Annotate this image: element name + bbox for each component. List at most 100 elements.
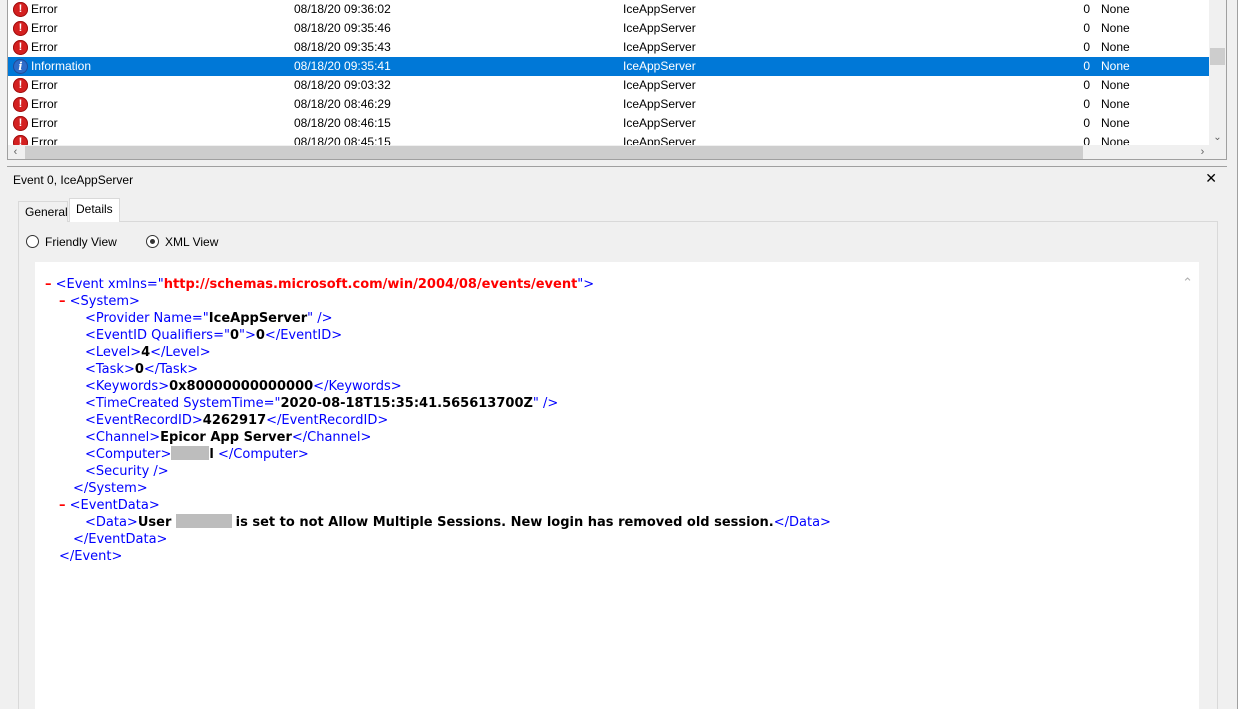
xml-tag: <EventData> bbox=[69, 498, 160, 513]
event-id: 0 bbox=[1083, 116, 1090, 130]
xml-value: 0x80000000000000 bbox=[169, 379, 314, 394]
event-row[interactable]: ! Error 08/18/20 09:35:43 IceAppServer 0 None bbox=[8, 38, 1210, 57]
event-date: 08/18/20 09:35:46 bbox=[294, 21, 391, 35]
error-icon: ! bbox=[13, 40, 28, 55]
event-source: IceAppServer bbox=[623, 78, 696, 92]
redacted-block bbox=[175, 514, 232, 528]
xml-security: <Security /> bbox=[85, 463, 169, 480]
xml-tag: <Channel> bbox=[85, 430, 161, 445]
scroll-down-icon[interactable]: ⌄ bbox=[1209, 132, 1226, 143]
xml-view: ⌃ – <Event xmlns="http://schemas.microso… bbox=[35, 262, 1199, 709]
event-row[interactable]: ! Error 08/18/20 08:45:15 IceAppServer 0 None bbox=[8, 133, 1210, 145]
friendly-view-label[interactable]: Friendly View bbox=[45, 235, 117, 249]
xml-tag: <Task> bbox=[85, 362, 135, 377]
event-row[interactable]: ! Error 08/18/20 09:03:32 IceAppServer 0 None bbox=[8, 76, 1210, 95]
xml-tag: <Data> bbox=[85, 515, 138, 530]
event-level: Error bbox=[31, 135, 58, 145]
event-level: Information bbox=[31, 59, 92, 73]
xml-tag: </Keywords> bbox=[313, 379, 402, 394]
event-id: 0 bbox=[1083, 21, 1090, 35]
xml-system-close: </System> bbox=[73, 480, 148, 497]
collapse-toggle-system[interactable]: – bbox=[59, 294, 66, 309]
event-task-category: None bbox=[1101, 59, 1130, 73]
xml-timecreated: <TimeCreated SystemTime="2020-08-18T15:3… bbox=[85, 395, 558, 412]
error-icon: ! bbox=[13, 21, 28, 36]
tab-details[interactable]: Details bbox=[69, 198, 120, 222]
xml-value: 4262917 bbox=[202, 413, 267, 428]
xml-tag: <Security /> bbox=[85, 464, 169, 479]
event-task-category: None bbox=[1101, 2, 1130, 16]
tab-general[interactable]: General bbox=[18, 201, 68, 222]
xml-value: Epicor App Server bbox=[160, 430, 292, 445]
event-row[interactable]: i Information 08/18/20 09:35:41 IceAppServe… bbox=[8, 57, 1210, 76]
event-source: IceAppServer bbox=[623, 97, 696, 111]
xml-level: <Level>4</Level> bbox=[85, 344, 211, 361]
vertical-scrollbar-thumb[interactable] bbox=[1210, 48, 1225, 65]
event-task-category: None bbox=[1101, 135, 1130, 145]
event-id: 0 bbox=[1083, 2, 1090, 16]
xml-tag: </Computer> bbox=[218, 447, 309, 462]
xml-tag: <EventID Qualifiers=" bbox=[85, 328, 230, 343]
xml-view-radio-dot[interactable] bbox=[146, 235, 159, 248]
xml-tag: <TimeCreated SystemTime=" bbox=[85, 396, 281, 411]
event-level: Error bbox=[31, 78, 58, 92]
scroll-up-icon[interactable]: ⌃ bbox=[1182, 276, 1193, 291]
collapse-toggle-event[interactable]: – bbox=[45, 277, 52, 292]
xml-tag: </Data> bbox=[773, 515, 831, 530]
event-task-category: None bbox=[1101, 116, 1130, 130]
event-task-category: None bbox=[1101, 97, 1130, 111]
error-icon: ! bbox=[13, 135, 28, 145]
horizontal-scrollbar-thumb[interactable] bbox=[25, 146, 1083, 159]
xml-tag: </System> bbox=[73, 481, 148, 496]
collapse-toggle-eventdata[interactable]: – bbox=[59, 498, 66, 513]
close-icon[interactable]: ✕ bbox=[1205, 170, 1217, 187]
event-source: IceAppServer bbox=[623, 2, 696, 16]
xml-eventdata-open: – <EventData> bbox=[59, 497, 160, 514]
xml-value: 4 bbox=[141, 345, 151, 360]
event-row[interactable]: ! Error 08/18/20 08:46:15 IceAppServer 0 None bbox=[8, 114, 1210, 133]
event-level: Error bbox=[31, 21, 58, 35]
event-task-category: None bbox=[1101, 78, 1130, 92]
scroll-right-icon[interactable]: › bbox=[1195, 145, 1210, 159]
xml-value: User bbox=[137, 515, 172, 530]
event-source: IceAppServer bbox=[623, 21, 696, 35]
xml-value: IceAppServer bbox=[208, 311, 308, 326]
xml-eventid: <EventID Qualifiers="0">0</EventID> bbox=[85, 327, 342, 344]
details-title: Event 0, IceAppServer bbox=[13, 173, 134, 187]
xml-tag: </Channel> bbox=[291, 430, 372, 445]
pane-divider[interactable] bbox=[7, 166, 1227, 167]
xml-view-label[interactable]: XML View bbox=[165, 235, 218, 249]
xml-provider: <Provider Name="IceAppServer" /> bbox=[85, 310, 333, 327]
xml-tag: </Event> bbox=[59, 549, 123, 564]
xml-tag: "> bbox=[239, 328, 256, 343]
event-source: IceAppServer bbox=[623, 59, 696, 73]
redacted-block bbox=[171, 446, 210, 460]
xml-keywords: <Keywords>0x80000000000000</Keywords> bbox=[85, 378, 402, 395]
details-header: Event 0, IceAppServer ✕ bbox=[7, 168, 1227, 190]
xml-value: 0 bbox=[255, 328, 265, 343]
event-id: 0 bbox=[1083, 135, 1090, 145]
xml-tag: <EventRecordID> bbox=[85, 413, 203, 428]
xml-namespace: http://schemas.microsoft.com/win/2004/08… bbox=[163, 277, 578, 292]
xml-eventrecordid: <EventRecordID>4262917</EventRecordID> bbox=[85, 412, 388, 429]
xml-value: 2020-08-18T15:35:41.565613700Z bbox=[280, 396, 533, 411]
xml-system-open: – <System> bbox=[59, 293, 140, 310]
scroll-left-icon[interactable]: ‹ bbox=[8, 145, 23, 159]
xml-tag: </EventData> bbox=[73, 532, 168, 547]
error-icon: ! bbox=[13, 78, 28, 93]
horizontal-scrollbar[interactable]: ‹ › bbox=[8, 145, 1210, 159]
event-row[interactable]: ! Error 08/18/20 09:36:02 IceAppServer 0 None bbox=[8, 0, 1210, 19]
xml-tag: <Event xmlns=" bbox=[55, 277, 164, 292]
xml-event-close: </Event> bbox=[59, 548, 122, 565]
friendly-view-radio-dot[interactable] bbox=[26, 235, 39, 248]
event-date: 08/18/20 09:36:02 bbox=[294, 2, 391, 16]
event-row[interactable]: ! Error 08/18/20 09:35:46 IceAppServer 0 None bbox=[8, 19, 1210, 38]
error-icon: ! bbox=[13, 116, 28, 131]
event-task-category: None bbox=[1101, 40, 1130, 54]
event-list-body: ! Error 08/18/20 09:36:02 IceAppServer 0 None… bbox=[8, 0, 1210, 145]
xml-tag: </Level> bbox=[150, 345, 211, 360]
xml-eventdata-close: </EventData> bbox=[73, 531, 167, 548]
event-date: 08/18/20 09:03:32 bbox=[294, 78, 391, 92]
vertical-scrollbar[interactable]: ⌄ bbox=[1209, 0, 1226, 145]
event-row[interactable]: ! Error 08/18/20 08:46:29 IceAppServer 0 None bbox=[8, 95, 1210, 114]
